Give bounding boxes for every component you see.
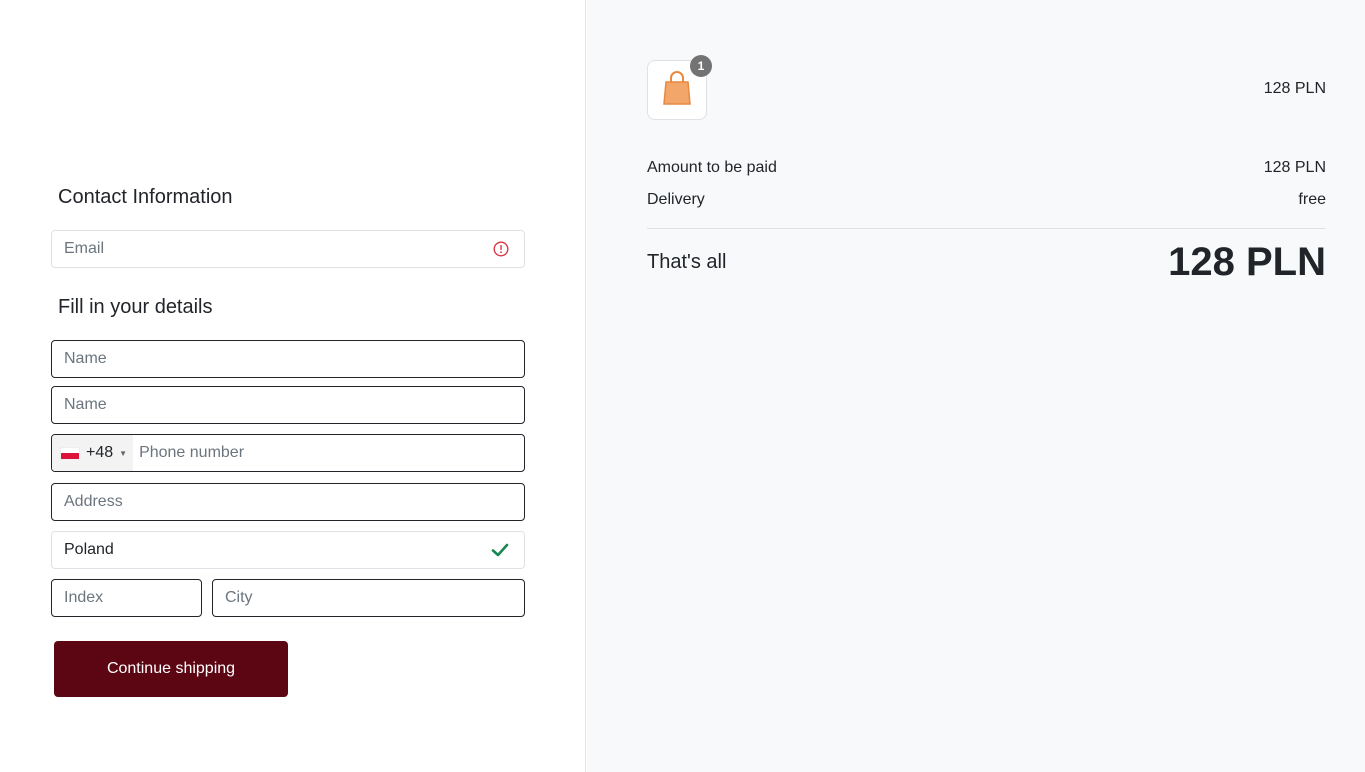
checkout-form-panel: Contact Information Fill in your details… bbox=[0, 0, 586, 772]
contact-heading: Contact Information bbox=[58, 186, 233, 208]
country-field-wrapper bbox=[51, 531, 525, 569]
amount-row: Amount to be paid 128 PLN bbox=[647, 159, 1326, 177]
caret-down-icon: ▼ bbox=[119, 448, 128, 458]
checkmark-icon bbox=[491, 542, 509, 558]
country-input[interactable] bbox=[52, 532, 524, 568]
cart-item-row: 128 PLN bbox=[647, 80, 1326, 98]
phone-field-wrapper: +48 ▼ bbox=[51, 434, 525, 472]
delivery-label: Delivery bbox=[647, 191, 705, 208]
amount-value: 128 PLN bbox=[1263, 159, 1326, 176]
dial-code: +48 bbox=[86, 444, 114, 461]
total-value: 128 PLN bbox=[1168, 240, 1326, 284]
phone-input[interactable] bbox=[133, 435, 524, 471]
cart-quantity-badge: 1 bbox=[690, 55, 712, 77]
summary-divider bbox=[647, 228, 1326, 229]
index-input[interactable] bbox=[52, 580, 201, 616]
order-summary-panel: 128 PLN Amount to be paid 128 PLN Delive… bbox=[587, 0, 1365, 772]
first-name-field-wrapper bbox=[51, 340, 525, 378]
continue-shipping-button[interactable]: Continue shipping bbox=[54, 641, 288, 697]
delivery-value: free bbox=[1298, 191, 1326, 208]
total-row: That's all 128 PLN bbox=[647, 240, 1326, 285]
total-label: That's all bbox=[647, 251, 727, 273]
city-input[interactable] bbox=[213, 580, 524, 616]
amount-label: Amount to be paid bbox=[647, 159, 777, 176]
email-field-wrapper bbox=[51, 230, 525, 268]
email-input[interactable] bbox=[52, 231, 524, 267]
address-field-wrapper bbox=[51, 483, 525, 521]
cart-item-price: 128 PLN bbox=[1263, 80, 1326, 97]
poland-flag-icon bbox=[60, 446, 80, 460]
delivery-row: Delivery free bbox=[647, 191, 1326, 209]
first-name-input[interactable] bbox=[52, 341, 524, 377]
last-name-input[interactable] bbox=[52, 387, 524, 423]
alert-circle-icon bbox=[493, 241, 509, 257]
last-name-field-wrapper bbox=[51, 386, 525, 424]
details-heading: Fill in your details bbox=[58, 296, 213, 318]
country-code-selector[interactable]: +48 ▼ bbox=[52, 435, 134, 471]
index-field-wrapper bbox=[51, 579, 202, 617]
city-field-wrapper bbox=[212, 579, 525, 617]
address-input[interactable] bbox=[52, 484, 524, 520]
